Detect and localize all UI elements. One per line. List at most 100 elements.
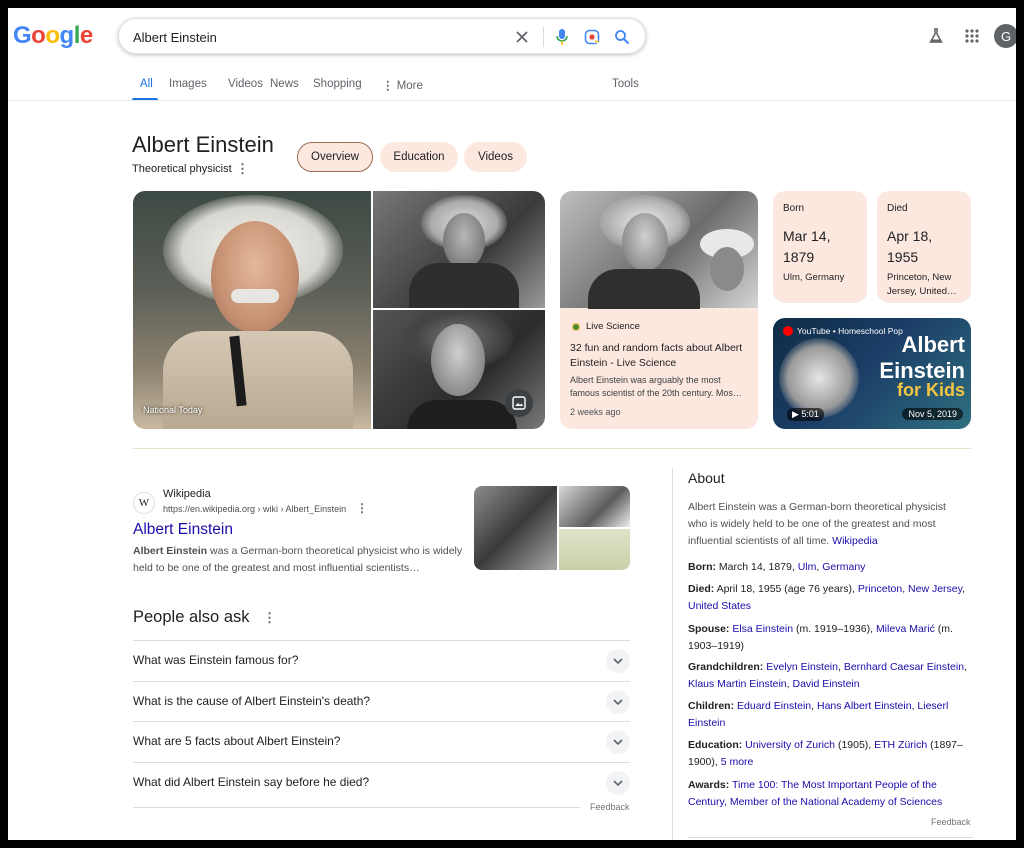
fact-died: Died: April 18, 1955 (age 76 years), Pri… xyxy=(688,583,966,612)
link-david-einstein[interactable]: David Einstein xyxy=(792,678,859,690)
result-title-link[interactable]: Albert Einstein xyxy=(133,521,233,539)
fact-spouse: Spouse: Elsa Einstein (m. 1919–1936), Mi… xyxy=(688,621,973,655)
link-evelyn-einstein[interactable]: Evelyn Einstein xyxy=(766,661,838,673)
account-avatar[interactable]: G xyxy=(994,24,1016,48)
live-science-image xyxy=(560,191,758,309)
thumb-child-photo xyxy=(474,486,557,570)
lens-icon[interactable] xyxy=(581,26,603,48)
link-eduard-einstein[interactable]: Eduard Einstein xyxy=(737,700,811,712)
about-feedback-link[interactable]: Feedback xyxy=(931,817,971,827)
link-eth-zurich[interactable]: ETH Zürich xyxy=(874,739,927,751)
chip-videos[interactable]: Videos xyxy=(464,142,527,172)
youtube-video-card[interactable]: YouTube • Homeschool Pop Albert Einstein… xyxy=(773,318,971,429)
link-princeton[interactable]: Princeton xyxy=(858,583,902,595)
chevron-down-icon[interactable] xyxy=(606,690,630,714)
result-site-name[interactable]: Wikipedia xyxy=(163,488,211,500)
link-new-jersey[interactable]: New Jersey xyxy=(908,583,962,595)
fact-children: Children: Eduard Einstein, Hans Albert E… xyxy=(688,700,949,729)
paa-question-3[interactable]: What are 5 facts about Albert Einstein? xyxy=(133,721,630,761)
tab-news[interactable]: News xyxy=(270,78,299,90)
fact-education-label: Education: xyxy=(688,739,743,751)
entity-subtitle: Theoretical physicist xyxy=(132,163,232,175)
fact-died-label: Died: xyxy=(688,583,715,595)
live-science-source: Live Science xyxy=(572,321,640,332)
died-card[interactable]: Died Apr 18, 1955 Princeton, New Jersey,… xyxy=(877,191,971,303)
link-ulm[interactable]: Ulm xyxy=(798,561,817,573)
chip-overview[interactable]: Overview xyxy=(297,142,373,172)
mustache-shape xyxy=(231,289,279,303)
video-title-line1: Albert xyxy=(901,332,965,357)
video-duration: ▶ 5:01 xyxy=(787,408,824,421)
result-thumbnails[interactable] xyxy=(474,486,630,570)
search-icon[interactable] xyxy=(611,26,633,48)
live-science-title[interactable]: 32 fun and random facts about Albert Ein… xyxy=(570,341,750,371)
link-united-states[interactable]: United States xyxy=(688,600,751,612)
chevron-down-icon[interactable] xyxy=(606,649,630,673)
paa-title: People also ask xyxy=(133,608,250,626)
about-wikipedia-link[interactable]: Wikipedia xyxy=(832,535,878,547)
live-science-source-name: Live Science xyxy=(586,321,640,332)
link-university-of-zurich[interactable]: University of Zurich xyxy=(745,739,835,751)
tab-more[interactable]: ⋮ More xyxy=(382,78,423,92)
einstein-image-3[interactable] xyxy=(373,310,545,429)
video-duration-text: 5:01 xyxy=(801,409,819,419)
fact-education: Education: University of Zurich (1905), … xyxy=(688,737,973,771)
search-box xyxy=(118,18,646,54)
tab-more-label: More xyxy=(396,80,423,92)
youtube-icon xyxy=(783,326,793,336)
chip-education[interactable]: Education xyxy=(380,142,458,172)
thumb-document-photo xyxy=(559,529,630,570)
entity-menu-icon[interactable]: ⋮ xyxy=(236,161,249,177)
paa-question-2[interactable]: What is the cause of Albert Einstein's d… xyxy=(133,681,630,721)
link-elsa-einstein[interactable]: Elsa Einstein xyxy=(732,623,793,635)
google-search-page: Google G All Images Videos xyxy=(8,8,1016,840)
einstein-main-image[interactable]: National Today xyxy=(133,191,371,429)
google-logo[interactable]: Google xyxy=(13,22,93,50)
tab-images[interactable]: Images xyxy=(169,78,207,90)
search-input[interactable] xyxy=(133,26,493,48)
link-germany[interactable]: Germany xyxy=(822,561,865,573)
tab-tools[interactable]: Tools xyxy=(612,78,639,90)
paa-bottom-divider xyxy=(133,807,580,808)
tab-shopping[interactable]: Shopping xyxy=(313,78,362,90)
microphone-icon[interactable] xyxy=(551,26,573,48)
apps-grid-icon[interactable] xyxy=(962,26,982,46)
born-card[interactable]: Born Mar 14, 1879 Ulm, Germany xyxy=(773,191,867,303)
paa-feedback-link[interactable]: Feedback xyxy=(590,802,630,812)
image-gallery-button[interactable] xyxy=(505,389,533,417)
chevron-down-icon[interactable] xyxy=(606,730,630,754)
link-mileva-maric[interactable]: Mileva Marić xyxy=(876,623,935,635)
video-title-text: Albert Einstein xyxy=(879,332,965,384)
paa-question-text: What is the cause of Albert Einstein's d… xyxy=(133,694,371,708)
paa-menu-icon[interactable]: ⋮ xyxy=(263,610,276,626)
result-url[interactable]: https://en.wikipedia.org › wiki › Albert… xyxy=(163,504,346,514)
link-klaus-einstein[interactable]: Klaus Martin Einstein xyxy=(688,678,787,690)
result-snippet: Albert Einstein was a German-born theore… xyxy=(133,543,463,577)
wikipedia-favicon: W xyxy=(133,492,155,514)
paa-question-4[interactable]: What did Albert Einstein say before he d… xyxy=(133,762,630,802)
live-science-favicon xyxy=(572,322,580,331)
woman-face-shape xyxy=(710,247,744,291)
jacket-shape xyxy=(409,263,519,308)
result-menu-icon[interactable]: ⋮ xyxy=(356,501,368,515)
image-caption: National Today xyxy=(143,405,203,415)
paa-question-1[interactable]: What was Einstein famous for? xyxy=(133,640,630,680)
tab-all[interactable]: All xyxy=(140,78,153,90)
live-science-card[interactable]: Live Science 32 fun and random facts abo… xyxy=(560,191,758,429)
fact-born-label: Born: xyxy=(688,561,716,573)
clear-icon[interactable] xyxy=(511,26,533,48)
link-bernhard-einstein[interactable]: Bernhard Caesar Einstein xyxy=(844,661,964,673)
link-education-more[interactable]: 5 more xyxy=(721,756,754,768)
einstein-image-2[interactable] xyxy=(373,191,545,308)
chevron-down-icon[interactable] xyxy=(606,771,630,795)
paa-question-text: What was Einstein famous for? xyxy=(133,653,299,667)
about-desc-text: Albert Einstein was a German-born theore… xyxy=(688,501,946,547)
link-hans-albert-einstein[interactable]: Hans Albert Einstein xyxy=(817,700,912,712)
born-place: Ulm, Germany xyxy=(783,272,845,283)
about-bottom-divider xyxy=(688,837,973,838)
fact-born-text: March 14, 1879, xyxy=(716,561,798,573)
fact-awards: Awards: Time 100: The Most Important Peo… xyxy=(688,777,973,811)
thumb-man-photo xyxy=(559,486,630,527)
tab-videos[interactable]: Videos xyxy=(228,78,263,90)
labs-flask-icon[interactable] xyxy=(926,26,946,46)
